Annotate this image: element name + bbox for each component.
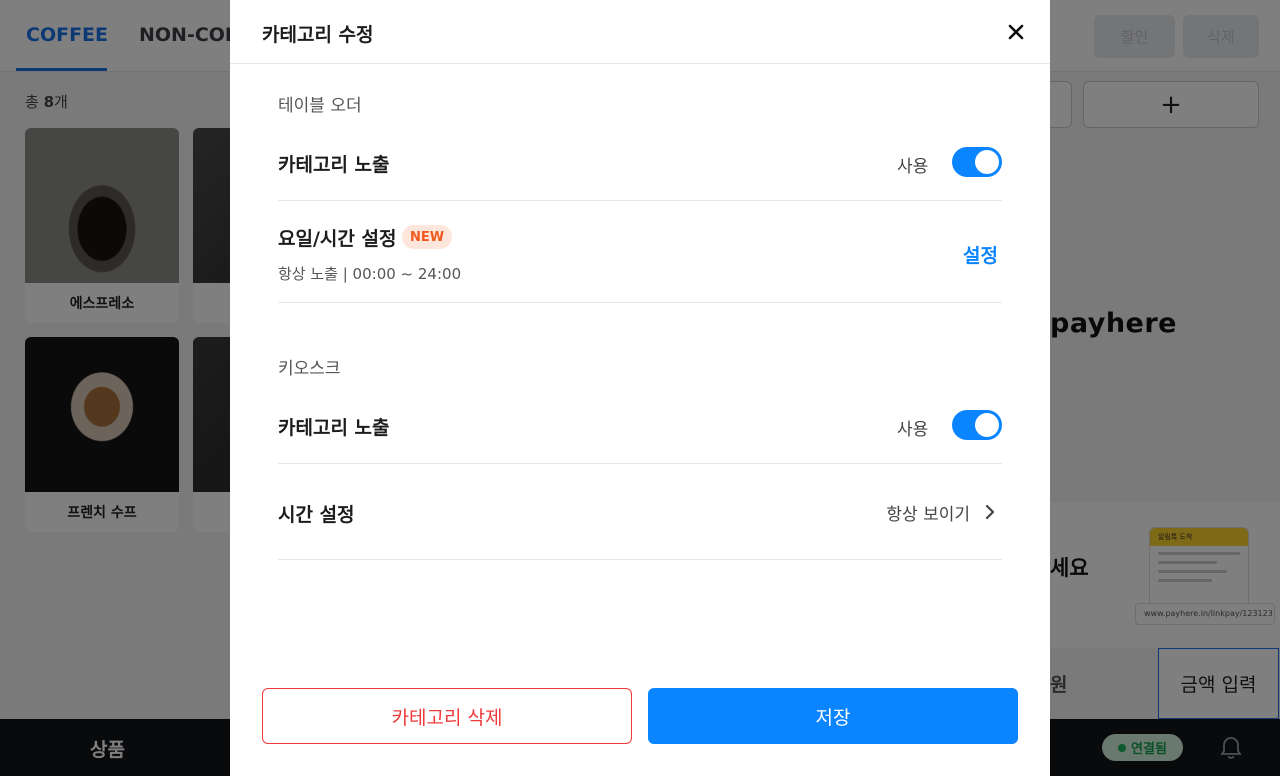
kiosk-exposure-toggle[interactable] (952, 410, 1002, 440)
schedule-setup-link[interactable]: 설정 (963, 241, 998, 268)
close-icon[interactable] (1006, 22, 1026, 42)
schedule-title: 요일/시간 설정 (278, 228, 397, 250)
table-order-schedule-row: 요일/시간 설정 NEW 항상 노출 | 00:00 ~ 24:00 설정 (278, 201, 1002, 303)
section-label-table-order: 테이블 오더 (278, 96, 362, 116)
schedule-summary: 항상 노출 | 00:00 ~ 24:00 (278, 265, 462, 283)
new-badge: NEW (402, 225, 453, 249)
kiosk-exposure-row: 카테고리 노출 사용 (278, 387, 1002, 464)
modal-header: 카테고리 수정 (230, 0, 1050, 64)
exposure-use-label: 사용 (897, 157, 929, 177)
chevron-right-icon (985, 504, 995, 520)
toggle-knob (975, 413, 999, 437)
time-setting-value: 항상 보이기 (886, 505, 970, 525)
exposure-use-label: 사용 (897, 420, 929, 440)
exposure-title: 카테고리 노출 (278, 417, 390, 439)
time-setting-title: 시간 설정 (278, 504, 355, 526)
kiosk-time-setting-row[interactable]: 시간 설정 항상 보이기 (278, 464, 1002, 560)
modal-title: 카테고리 수정 (262, 24, 374, 46)
exposure-title: 카테고리 노출 (278, 154, 390, 176)
toggle-knob (975, 150, 999, 174)
save-button[interactable]: 저장 (648, 688, 1018, 744)
pos-app: COFFEE NON-COF 할인 삭제 + 총 8개 에스프레소 프렌치 수프… (0, 0, 1280, 776)
table-order-exposure-row: 카테고리 노출 사용 (278, 124, 1002, 201)
edit-category-modal: 카테고리 수정 테이블 오더 카테고리 노출 사용 요일/시간 설정 NEW 항… (230, 0, 1050, 776)
section-label-kiosk: 키오스크 (278, 359, 341, 379)
delete-category-button[interactable]: 카테고리 삭제 (262, 688, 632, 744)
table-order-exposure-toggle[interactable] (952, 147, 1002, 177)
